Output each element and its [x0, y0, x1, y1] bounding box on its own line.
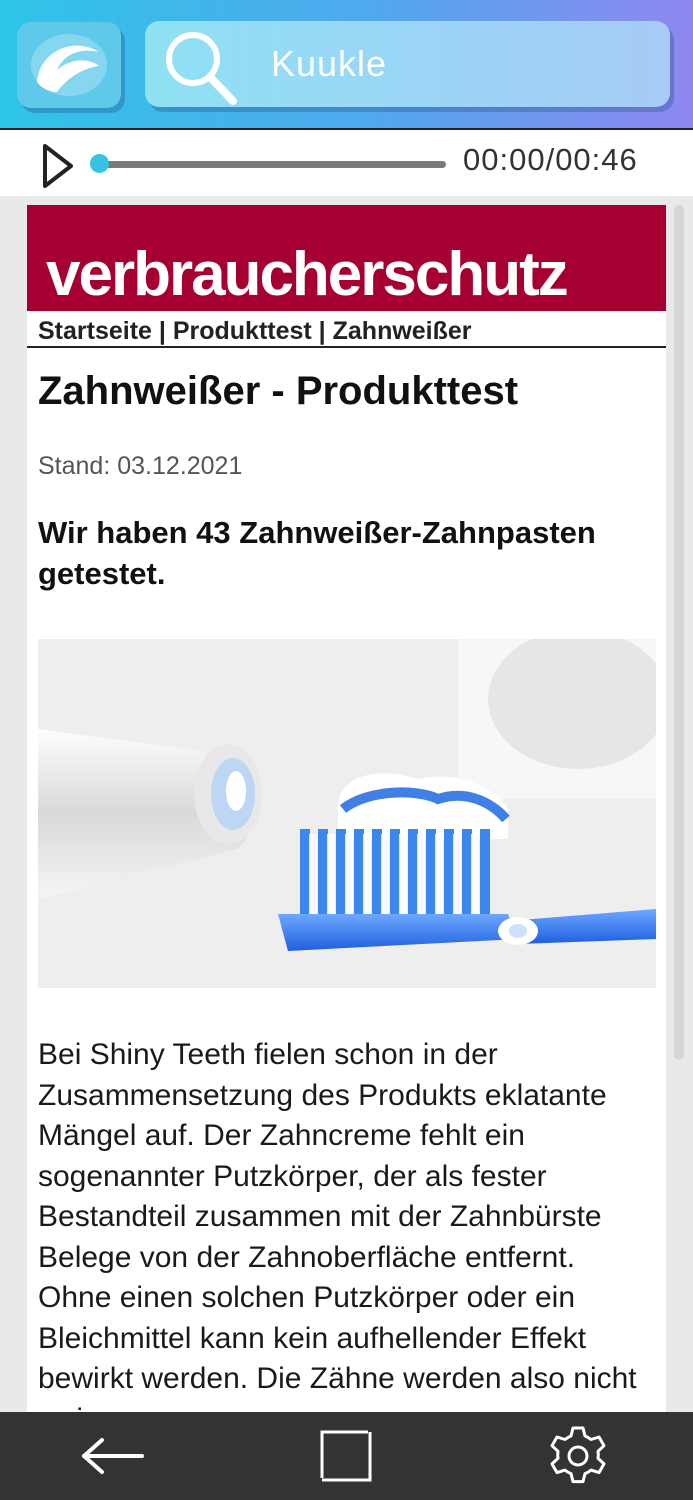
web-content: verbraucherschutz Startseite | Produktte…: [27, 205, 666, 1435]
site-banner[interactable]: verbraucherschutz: [27, 205, 666, 311]
divider: [27, 346, 666, 348]
page-title: Zahnweißer - Produkttest: [38, 369, 519, 413]
settings-button[interactable]: [523, 1412, 633, 1500]
search-input[interactable]: Kuukle: [271, 21, 387, 107]
progress-thumb[interactable]: [90, 154, 109, 173]
audio-player: 00:00/00:46: [0, 128, 693, 196]
breadcrumb[interactable]: Startseite | Produkttest | Zahnweißer: [38, 317, 472, 346]
back-button[interactable]: [58, 1412, 168, 1500]
app-logo-icon: [31, 34, 107, 96]
app-logo-button[interactable]: [17, 22, 121, 108]
recents-icon: [320, 1430, 372, 1482]
page-scrollbar[interactable]: [674, 205, 684, 1060]
play-icon[interactable]: [40, 142, 76, 190]
recents-button[interactable]: [291, 1412, 401, 1500]
search-bar[interactable]: Kuukle: [145, 21, 670, 107]
top-bar: Kuukle: [0, 0, 693, 128]
toothpaste-photo-illustration: [38, 639, 656, 988]
progress-track[interactable]: [98, 161, 446, 168]
search-icon[interactable]: [159, 27, 243, 107]
date-label: Stand: 03.12.2021: [38, 452, 243, 480]
time-readout: 00:00/00:46: [463, 142, 638, 177]
site-logo-text: verbraucherschutz: [46, 240, 569, 309]
bottom-navigation-bar: [0, 1412, 693, 1500]
subheadline: Wir haben 43 Zahnweißer-Zahnpasten getes…: [38, 515, 596, 591]
article-body: Bei Shiny Teeth fielen schon in der Zusa…: [38, 1038, 637, 1435]
settings-gear-icon: [550, 1426, 606, 1484]
article-image: [38, 639, 656, 988]
back-arrow-icon: [82, 1438, 144, 1474]
